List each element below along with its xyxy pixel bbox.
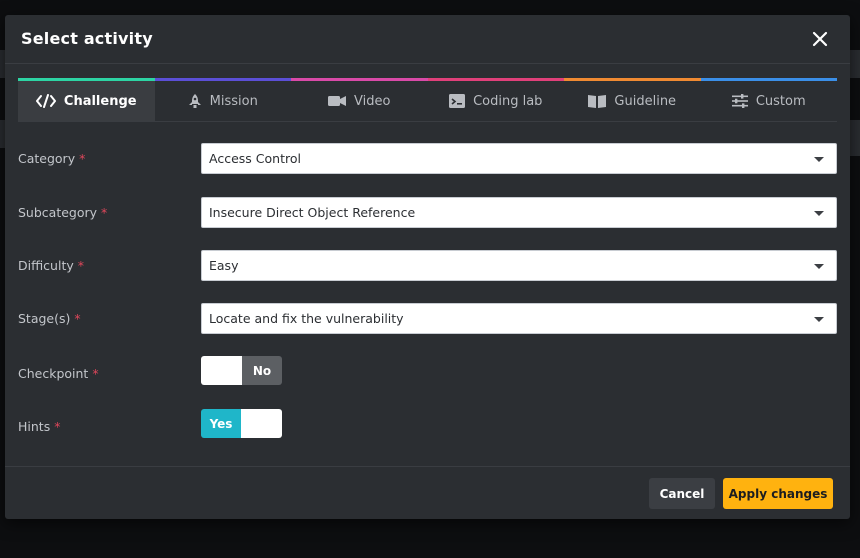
subcategory-select[interactable]: Insecure Direct Object Reference (201, 197, 837, 228)
difficulty-label-text: Difficulty (18, 258, 74, 273)
tab-mission-label: Mission (209, 93, 258, 109)
stages-row: Stage(s) * Locate and fix the vulnerabil… (18, 303, 837, 334)
video-camera-icon (328, 96, 347, 106)
subcategory-row: Subcategory * Insecure Direct Object Ref… (18, 197, 837, 228)
code-icon (35, 94, 56, 108)
close-icon (812, 31, 828, 47)
stages-select[interactable]: Locate and fix the vulnerability (201, 303, 837, 334)
checkpoint-toggle[interactable]: No (201, 356, 282, 385)
cancel-button[interactable]: Cancel (649, 478, 715, 509)
tab-custom-label: Custom (755, 93, 806, 109)
category-row: Category * Access Control (18, 143, 837, 174)
sliders-icon (731, 94, 748, 108)
background-strip-right (850, 50, 860, 78)
checkpoint-label: Checkpoint * (18, 366, 99, 381)
chevron-down-icon (814, 211, 824, 216)
activity-tabs: Challenge Mission Video Coding lab Guide… (18, 78, 837, 122)
required-marker: * (77, 258, 84, 273)
required-marker: * (79, 151, 86, 166)
subcategory-label-text: Subcategory (18, 205, 98, 220)
stages-label-text: Stage(s) (18, 311, 71, 326)
hints-toggle-label: Yes (201, 409, 241, 438)
tab-video[interactable]: Video (291, 78, 428, 121)
category-label: Category * (18, 151, 85, 166)
chevron-down-icon (814, 157, 824, 162)
stages-label: Stage(s) * (18, 311, 81, 326)
toggle-knob (201, 356, 242, 385)
difficulty-row: Difficulty * Easy (18, 250, 837, 281)
subcategory-value: Insecure Direct Object Reference (209, 205, 416, 220)
toggle-knob (241, 409, 282, 438)
checkpoint-row: Checkpoint * No (18, 356, 837, 387)
stages-value: Locate and fix the vulnerability (209, 311, 404, 326)
required-marker: * (54, 419, 61, 434)
tab-guideline[interactable]: Guideline (564, 78, 701, 121)
hints-label: Hints * (18, 419, 60, 434)
close-button[interactable] (810, 29, 830, 49)
difficulty-value: Easy (209, 258, 239, 273)
checkpoint-label-text: Checkpoint (18, 366, 89, 381)
apply-changes-button[interactable]: Apply changes (723, 478, 833, 509)
background-strip-right-2 (850, 120, 860, 156)
hints-row: Hints * Yes (18, 409, 837, 440)
book-icon (588, 95, 607, 108)
category-select[interactable]: Access Control (201, 143, 837, 174)
category-label-text: Category (18, 151, 76, 166)
difficulty-label: Difficulty * (18, 258, 84, 273)
modal-footer: Cancel Apply changes (5, 466, 850, 520)
code-terminal-icon (449, 94, 466, 108)
checkpoint-toggle-label: No (242, 356, 282, 385)
subcategory-label: Subcategory * (18, 205, 107, 220)
tab-coding-lab-label: Coding lab (473, 93, 543, 109)
required-marker: * (74, 311, 81, 326)
chevron-down-icon (814, 264, 824, 269)
modal-header: Select activity (5, 15, 850, 64)
tab-challenge-label: Challenge (63, 93, 137, 109)
tab-guideline-label: Guideline (614, 93, 677, 109)
hints-label-text: Hints (18, 419, 51, 434)
modal-title: Select activity (21, 29, 153, 48)
chevron-down-icon (814, 317, 824, 322)
tab-coding-lab[interactable]: Coding lab (427, 78, 564, 121)
difficulty-select[interactable]: Easy (201, 250, 837, 281)
tab-video-label: Video (354, 93, 391, 109)
tab-challenge[interactable]: Challenge (18, 78, 155, 121)
hints-toggle[interactable]: Yes (201, 409, 282, 438)
required-marker: * (101, 205, 108, 220)
select-activity-modal: Select activity Challenge Mission Video … (5, 15, 850, 519)
required-marker: * (92, 366, 99, 381)
category-value: Access Control (209, 151, 301, 166)
rocket-icon (188, 94, 201, 108)
tab-mission[interactable]: Mission (154, 78, 291, 121)
tab-custom[interactable]: Custom (700, 78, 837, 121)
